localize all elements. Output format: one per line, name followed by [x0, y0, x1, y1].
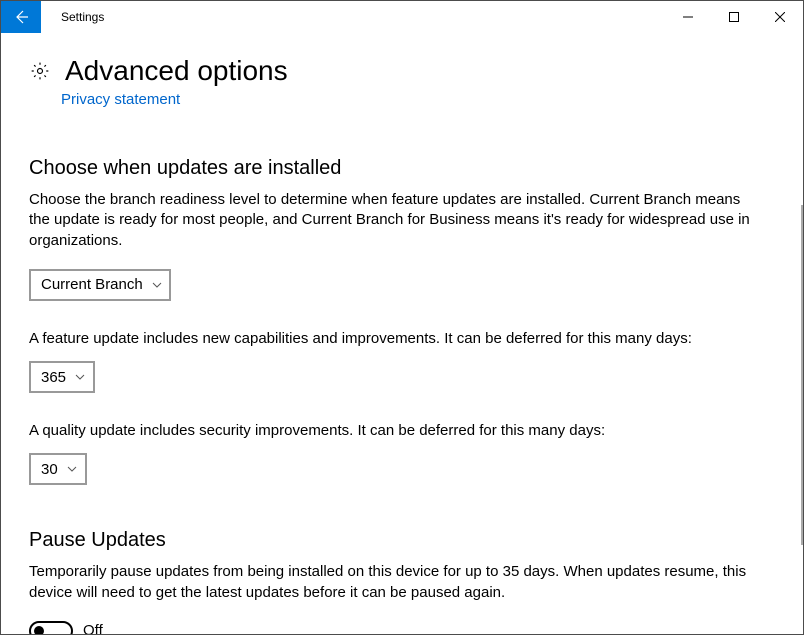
window-title: Settings	[41, 1, 104, 33]
scrollbar[interactable]	[801, 205, 803, 545]
back-button[interactable]	[1, 1, 41, 33]
close-button[interactable]	[757, 1, 803, 33]
feature-defer-dropdown[interactable]: 365	[29, 361, 95, 393]
branch-dropdown-value: Current Branch	[41, 276, 143, 293]
page-header: Advanced options	[29, 55, 775, 87]
pause-description: Temporarily pause updates from being ins…	[29, 562, 764, 603]
content-area: Advanced options Privacy statement Choos…	[1, 33, 803, 634]
pause-toggle[interactable]	[29, 621, 73, 634]
window-controls	[665, 1, 803, 33]
arrow-left-icon	[13, 9, 29, 25]
toggle-knob	[34, 626, 44, 634]
branch-dropdown[interactable]: Current Branch	[29, 269, 171, 301]
titlebar: Settings	[1, 1, 803, 33]
maximize-button[interactable]	[711, 1, 757, 33]
pause-toggle-label: Off	[83, 622, 103, 634]
pause-toggle-row: Off	[29, 621, 775, 634]
page-title: Advanced options	[65, 55, 288, 87]
chevron-down-icon	[151, 279, 163, 291]
section-heading-pause: Pause Updates	[29, 529, 775, 552]
minimize-button[interactable]	[665, 1, 711, 33]
feature-defer-value: 365	[41, 369, 66, 386]
chevron-down-icon	[74, 371, 86, 383]
maximize-icon	[729, 12, 739, 22]
close-icon	[775, 12, 785, 22]
quality-update-label: A quality update includes security impro…	[29, 421, 764, 441]
feature-update-label: A feature update includes new capabiliti…	[29, 329, 764, 349]
quality-defer-dropdown[interactable]: 30	[29, 453, 87, 485]
gear-icon	[29, 60, 51, 82]
quality-defer-value: 30	[41, 461, 58, 478]
settings-window: Settings Advanced o	[0, 0, 804, 635]
minimize-icon	[683, 12, 693, 22]
privacy-statement-link[interactable]: Privacy statement	[61, 91, 180, 108]
chevron-down-icon	[66, 463, 78, 475]
branch-description: Choose the branch readiness level to det…	[29, 190, 764, 251]
section-heading-install: Choose when updates are installed	[29, 157, 775, 180]
